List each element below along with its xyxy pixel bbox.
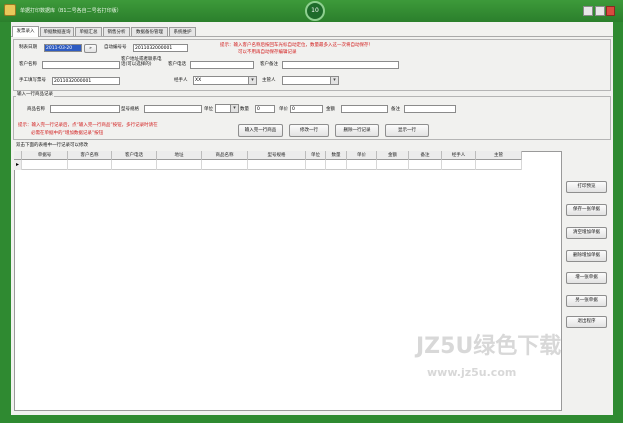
tab-record-query[interactable]: 单据数据查询 [40, 27, 74, 36]
delete-record-button[interactable]: 删除增加单据 [566, 250, 607, 262]
customer-note-field[interactable] [282, 61, 399, 69]
table-cell[interactable] [409, 160, 442, 170]
table-cell[interactable] [112, 160, 157, 170]
date-field[interactable]: 2011-03-20 [44, 44, 82, 52]
app-icon [4, 4, 16, 16]
detail-section-title: 输入一行商品记录 [16, 92, 54, 98]
date-picker-button[interactable]: » [84, 44, 97, 53]
chevron-down-icon[interactable]: ▾ [330, 77, 338, 84]
tab-sales-analysis[interactable]: 销售分析 [103, 27, 130, 36]
table-cell[interactable] [377, 160, 409, 170]
quantity-label: 数量 [240, 107, 249, 112]
tab-maintenance[interactable]: 系统维护 [169, 27, 196, 36]
director-label: 主管人 [262, 78, 276, 83]
manual-number-field[interactable]: 2011032000001 [52, 77, 120, 85]
table-cell[interactable] [22, 160, 68, 170]
price-field[interactable]: 0 [290, 105, 323, 113]
print-preview-button[interactable]: 打印预览 [566, 181, 607, 193]
tab-summary[interactable]: 单据汇总 [75, 27, 102, 36]
table-cell[interactable] [476, 160, 522, 170]
clear-record-button[interactable]: 清空增加单据 [566, 227, 607, 239]
product-name-field[interactable] [50, 105, 120, 113]
handler-label: 经手人 [174, 78, 188, 83]
column-header[interactable]: 单价 [347, 151, 377, 160]
exit-button[interactable]: 退出程序 [566, 316, 607, 328]
column-header[interactable]: 单据号 [22, 151, 68, 160]
customer-phone-label: 客户电话 [168, 62, 186, 67]
note-label: 备注 [391, 107, 400, 112]
grid-corner [14, 151, 22, 160]
column-header[interactable]: 备注 [409, 151, 442, 160]
new-record-button[interactable]: 增一张单据 [566, 272, 607, 284]
notice-line-2: 可以不用再自动保存编辑记录 [238, 50, 297, 55]
amount-field[interactable] [341, 105, 388, 113]
column-header[interactable]: 单位 [306, 151, 326, 160]
date-label: 制表日期 [19, 45, 37, 50]
column-header[interactable]: 型号规格 [248, 151, 306, 160]
window-frame-bottom [0, 415, 623, 423]
auto-number-label: 自动编号号 [104, 45, 127, 50]
watermark-logo: JZ5U绿色下载 [416, 334, 562, 359]
table-cell[interactable] [347, 160, 377, 170]
spec-label: 型号规格 [121, 107, 139, 112]
handler-value: XX [195, 78, 202, 83]
auto-number-field[interactable]: 2011032000001 [133, 44, 188, 52]
row-selector-icon[interactable]: ▸ [14, 160, 22, 170]
table-cell[interactable] [306, 160, 326, 170]
manual-number-label: 手工填写票号 [19, 78, 46, 83]
table-cell[interactable] [68, 160, 112, 170]
column-header[interactable]: 经手人 [442, 151, 476, 160]
column-header[interactable]: 商品名称 [202, 151, 248, 160]
table-cell[interactable] [326, 160, 347, 170]
entry-hint-line-1: 提示：输入完一行记录后，点“输入完一行商品”按钮，多行记录时请在 [18, 123, 158, 128]
handler-select[interactable]: XX ▾ [193, 76, 257, 85]
note-field[interactable] [404, 105, 456, 113]
close-button[interactable] [606, 6, 615, 16]
column-header[interactable]: 主管 [476, 151, 522, 160]
window-frame-right [613, 22, 623, 423]
spec-field[interactable] [144, 105, 202, 113]
grid-section-title: 双击下面的表格中一行记录可以修改 [15, 143, 89, 149]
column-header[interactable]: 金额 [377, 151, 409, 160]
version-badge: 10 [305, 1, 325, 21]
product-name-label: 商品名称 [27, 107, 45, 112]
column-header[interactable]: 客户名称 [68, 151, 112, 160]
table-cell[interactable] [202, 160, 248, 170]
unit-label: 单位 [204, 107, 213, 112]
customer-name-field[interactable] [42, 61, 120, 69]
tab-invoice-entry[interactable]: 发票录入 [12, 26, 39, 37]
unit-select[interactable]: ▾ [215, 104, 239, 113]
edit-row-button[interactable]: 修改一行 [289, 124, 329, 137]
customer-phone-field[interactable] [190, 61, 254, 69]
column-header[interactable]: 客户电话 [112, 151, 157, 160]
window-frame-left [0, 22, 11, 423]
chevron-down-icon[interactable]: ▾ [248, 77, 256, 84]
notice-line-1: 提示：输入客户名称后按回车光标自动定位，数量最多入这一次将自动保存！ [220, 43, 373, 48]
table-cell[interactable] [442, 160, 476, 170]
chevron-down-icon[interactable]: ▾ [230, 105, 238, 112]
quantity-field[interactable]: 0 [255, 105, 275, 113]
save-record-button[interactable]: 保存一张单据 [566, 204, 607, 216]
column-header[interactable]: 地址 [157, 151, 202, 160]
customer-contact-label: 客户地址或者联系电话(可以选择的) [121, 57, 162, 68]
add-row-button[interactable]: 输入完一行商品 [238, 124, 283, 137]
column-header[interactable]: 数量 [326, 151, 347, 160]
tab-backup[interactable]: 数据备份管理 [131, 27, 168, 36]
table-cell[interactable] [157, 160, 202, 170]
customer-note-label: 客户备注 [260, 62, 278, 67]
show-row-button[interactable]: 显示一行 [385, 124, 429, 137]
director-select[interactable]: ▾ [282, 76, 339, 85]
price-label: 单价 [279, 107, 288, 112]
delete-row-button[interactable]: 删除一行记录 [335, 124, 379, 137]
customer-name-label: 客户名称 [19, 62, 37, 67]
entry-hint-line-2: 必需在单据中的“增加数据记录”按钮 [31, 131, 104, 136]
table-cell[interactable] [248, 160, 306, 170]
minimize-button[interactable] [583, 6, 593, 16]
watermark-url: www.jz5u.com [427, 366, 517, 379]
amount-label: 金额 [326, 107, 335, 112]
another-record-button[interactable]: 另一张单据 [566, 295, 607, 307]
maximize-button[interactable] [595, 6, 605, 16]
window-title: 单据打印数据库（B1二号各自二号名打印版） [20, 8, 122, 14]
